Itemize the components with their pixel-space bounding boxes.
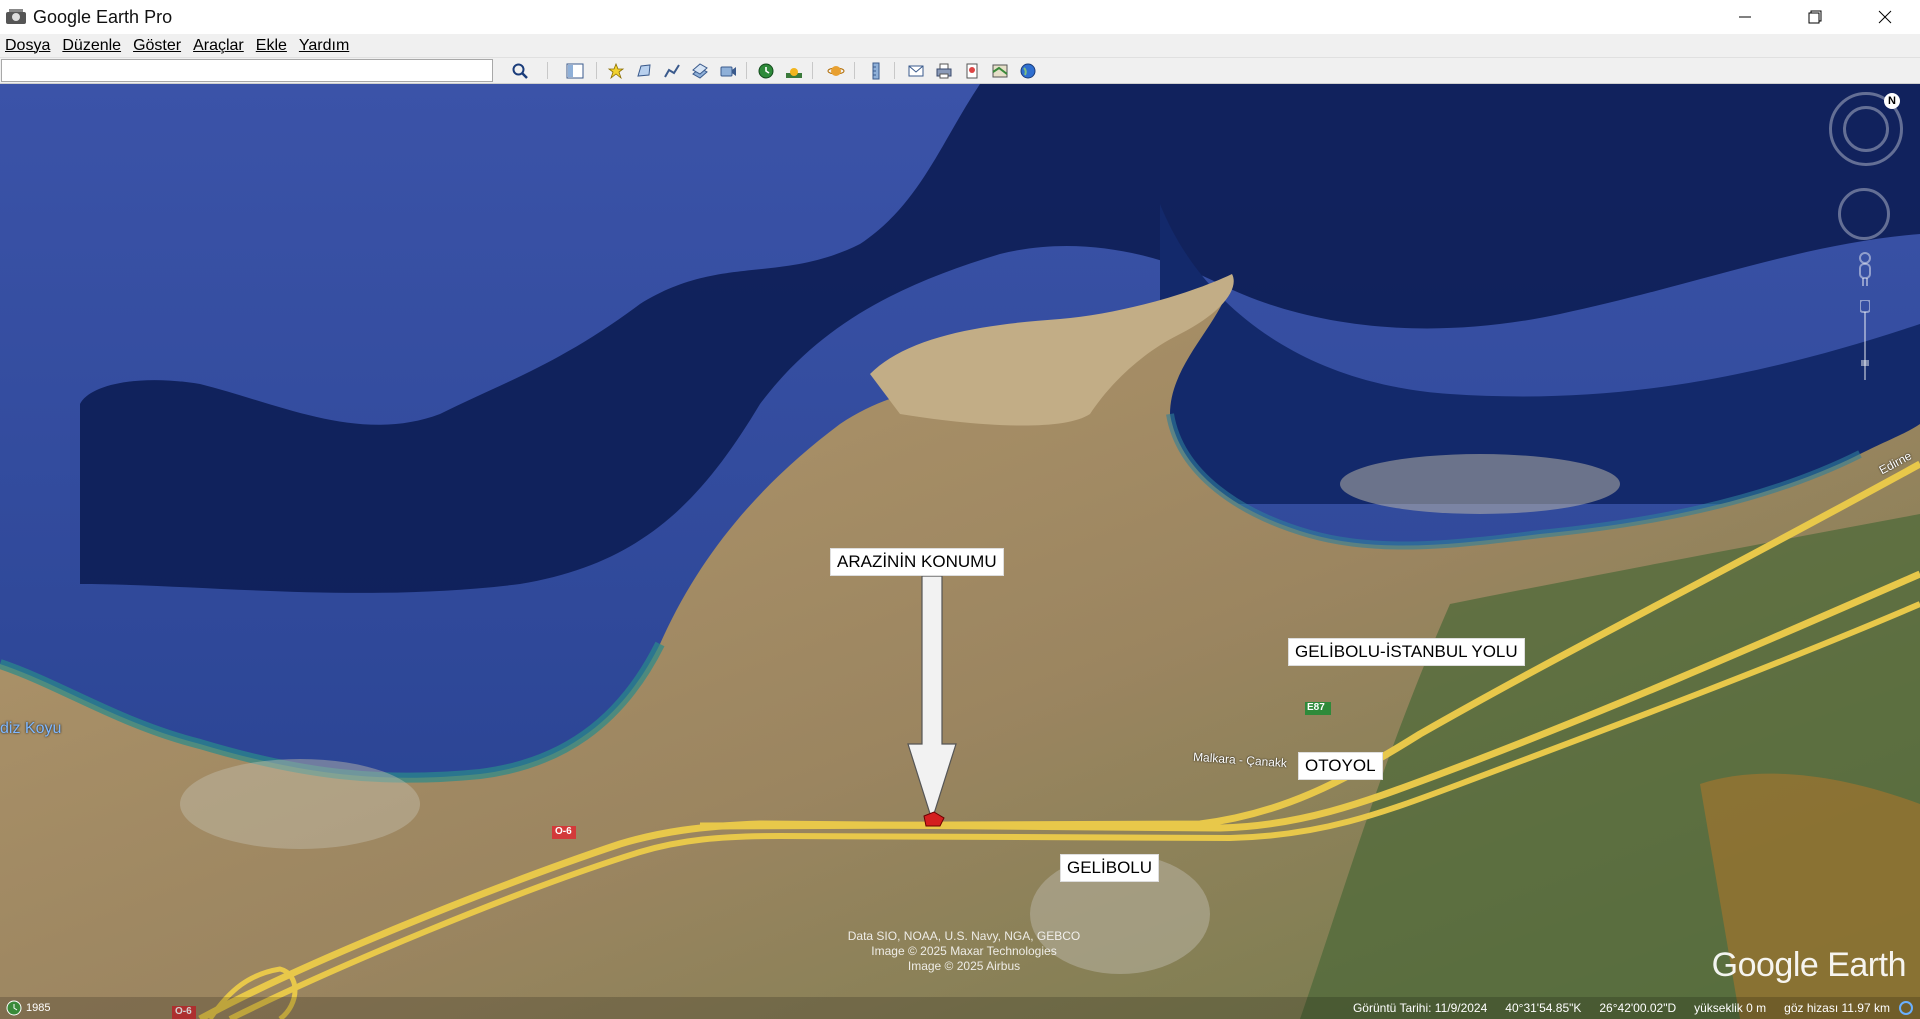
window-title: Google Earth Pro — [33, 6, 173, 27]
switch-planet-button[interactable] — [824, 59, 848, 82]
menu-edit[interactable]: Düzenle — [57, 37, 126, 55]
longitude: 26°42'00.02"D — [1599, 1001, 1677, 1015]
planet-icon — [827, 65, 845, 76]
polygon-icon — [637, 63, 651, 77]
menu-view[interactable]: Göster — [128, 37, 186, 55]
eye-altitude: göz hizası 11.97 km — [1784, 1001, 1890, 1015]
email-icon — [908, 65, 924, 76]
latitude: 40°31'54.85"K — [1505, 1001, 1582, 1015]
search-button[interactable] — [508, 59, 532, 82]
shield-o6-label: O-6 — [555, 826, 572, 837]
google-earth-app-icon — [6, 9, 26, 24]
compass-ring[interactable]: N — [1829, 92, 1903, 166]
sun-icon — [786, 67, 802, 78]
search-icon — [512, 63, 528, 79]
menu-add[interactable]: Ekle — [251, 37, 292, 55]
record-tour-icon — [720, 66, 736, 76]
restore-icon — [1808, 10, 1822, 24]
imagery-date: Görüntü Tarihi: 11/9/2024 — [1352, 1001, 1488, 1015]
save-image-button[interactable] — [960, 59, 984, 82]
attribution-line: Image © 2025 Maxar Technologies — [871, 944, 1057, 958]
parcel-location-label[interactable]: ARAZİNİN KONUMU — [830, 548, 1004, 576]
add-placemark-button[interactable] — [604, 59, 628, 82]
save-image-icon — [966, 63, 978, 78]
attribution-line: Image © 2025 Airbus — [907, 959, 1021, 973]
restore-button[interactable] — [1780, 0, 1850, 34]
add-path-button[interactable] — [660, 59, 684, 82]
zoom-slider[interactable] — [1860, 300, 1870, 380]
compass-inner-ring — [1843, 106, 1889, 152]
search-input[interactable] — [1, 59, 493, 82]
bay-label: diz Koyu — [0, 720, 62, 737]
imagery-attribution: Data SIO, NOAA, U.S. Navy, NGA, GEBCO Im… — [834, 929, 1094, 974]
streaming-indicator-icon — [1899, 1001, 1913, 1015]
image-overlay-icon — [692, 62, 708, 79]
look-control[interactable] — [1838, 188, 1890, 240]
google-earth-logo: Google Earth — [1711, 946, 1907, 984]
historical-year: 1985 — [26, 1002, 51, 1014]
historical-imagery-icon — [758, 63, 774, 78]
sidebar-icon — [566, 63, 584, 78]
print-button[interactable] — [932, 59, 956, 82]
record-tour-button[interactable] — [716, 59, 740, 82]
menu-bar: Dosya Düzenle Göster Araçlar Ekle Yardım — [0, 34, 1920, 58]
menu-help[interactable]: Yardım — [294, 37, 354, 55]
earth-gallery-button[interactable] — [1016, 59, 1040, 82]
minimize-icon — [1739, 16, 1751, 18]
shield-e87-label: E87 — [1307, 702, 1325, 713]
menu-file[interactable]: Dosya — [0, 37, 55, 55]
close-button[interactable] — [1850, 0, 1920, 34]
status-bar: 1985 Görüntü Tarihi: 11/9/2024 40°31'54.… — [0, 997, 1920, 1019]
print-icon — [936, 63, 952, 78]
attribution-line: Data SIO, NOAA, U.S. Navy, NGA, GEBCO — [847, 929, 1081, 943]
street-view-pegman-icon[interactable] — [1855, 252, 1875, 288]
town-label[interactable]: GELİBOLU — [1060, 854, 1160, 882]
sunlight-button[interactable] — [782, 59, 806, 82]
menu-tools[interactable]: Araçlar — [188, 37, 249, 55]
globe-icon — [1020, 63, 1036, 78]
view-in-maps-button[interactable] — [988, 59, 1012, 82]
title-bar: Google Earth Pro — [0, 0, 1920, 34]
historical-imagery-clock-icon[interactable] — [6, 1000, 22, 1016]
motorway-label[interactable]: OTOYOL — [1298, 752, 1383, 780]
istanbul-road-label[interactable]: GELİBOLU-İSTANBUL YOLU — [1288, 638, 1525, 666]
elevation: yükseklik 0 m — [1694, 1001, 1767, 1015]
minimize-button[interactable] — [1710, 0, 1780, 34]
ruler-icon — [872, 62, 880, 79]
map-view[interactable]: E87 O-6 O-6 diz Koyu Malkara - Çanakk Ed… — [0, 84, 1920, 1019]
path-icon — [664, 63, 680, 77]
maps-icon — [992, 64, 1008, 77]
email-button[interactable] — [904, 59, 928, 82]
historical-imagery-button[interactable] — [754, 59, 778, 82]
add-polygon-button[interactable] — [632, 59, 656, 82]
placemark-icon — [607, 62, 625, 79]
north-indicator[interactable]: N — [1884, 93, 1900, 109]
add-image-overlay-button[interactable] — [688, 59, 712, 82]
close-icon — [1878, 10, 1892, 24]
sidebar-toggle-button[interactable] — [563, 59, 587, 82]
ruler-button[interactable] — [864, 59, 888, 82]
toolbar — [0, 58, 1920, 84]
